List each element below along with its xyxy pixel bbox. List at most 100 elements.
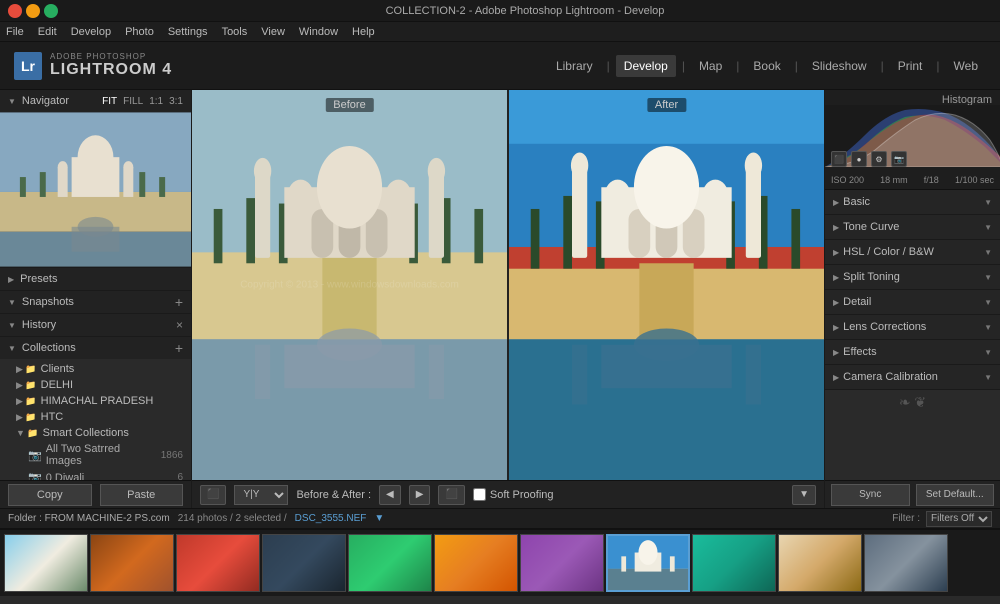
- fit-option-fill[interactable]: FILL: [123, 96, 143, 107]
- soft-proofing-checkbox[interactable]: [473, 488, 486, 501]
- basic-section: ▶ Basic ▼: [825, 190, 1000, 215]
- snapshots-header[interactable]: ▼ Snapshots +: [0, 291, 191, 313]
- menu-develop[interactable]: Develop: [71, 26, 111, 38]
- paste-button[interactable]: Paste: [100, 484, 184, 506]
- camera-calibration-header[interactable]: ▶ Camera Calibration ▼: [825, 365, 1000, 389]
- filmstrip-thumb-1[interactable]: [4, 534, 88, 592]
- set-default-button[interactable]: Set Default...: [916, 484, 995, 506]
- navigator-image[interactable]: [0, 112, 191, 267]
- sync-button[interactable]: Sync: [831, 484, 910, 506]
- nav-sep-5: |: [881, 59, 884, 73]
- tab-book[interactable]: Book: [745, 55, 788, 77]
- collection-himachal[interactable]: ▶ 📁 HIMACHAL PRADESH: [0, 393, 191, 409]
- detail-header[interactable]: ▶ Detail ▼: [825, 290, 1000, 314]
- arrow-prev-button[interactable]: ◀: [379, 485, 401, 505]
- hsl-header[interactable]: ▶ HSL / Color / B&W ▼: [825, 240, 1000, 264]
- left-panel-scroll[interactable]: ▶ Presets ▼ Snapshots + ▼ History ×: [0, 268, 191, 480]
- folder-icon: ▶ 📁: [16, 364, 37, 375]
- tab-print[interactable]: Print: [890, 55, 931, 77]
- exif-info: ISO 200 18 mm f/18 1/100 sec: [831, 175, 994, 185]
- filmstrip-thumb-4[interactable]: [262, 534, 346, 592]
- hist-btn-3[interactable]: ⚙: [871, 151, 887, 167]
- filmstrip-thumb-9[interactable]: [692, 534, 776, 592]
- lens-tri: ▶: [833, 323, 839, 332]
- collections-section: ▼ Collections + ▶ 📁 Clients ▶ 📁 DELHI ▶ …: [0, 337, 191, 480]
- lens-corrections-header[interactable]: ▶ Lens Corrections ▼: [825, 315, 1000, 339]
- collections-add-icon[interactable]: +: [175, 340, 183, 356]
- menu-file[interactable]: File: [6, 26, 24, 38]
- history-header[interactable]: ▼ History ×: [0, 314, 191, 336]
- collection-delhi-label: DELHI: [41, 379, 73, 391]
- swap-button[interactable]: ⬛: [438, 485, 464, 505]
- collection-clients[interactable]: ▶ 📁 Clients: [0, 361, 191, 377]
- presets-triangle: ▶: [8, 275, 14, 284]
- folder-icon: ▼ 📁: [16, 428, 39, 439]
- presets-header[interactable]: ▶ Presets: [0, 268, 191, 290]
- before-after-container: Before: [192, 90, 824, 480]
- navigator-header[interactable]: ▼ Navigator FIT FILL 1:1 3:1: [0, 90, 191, 112]
- maximize-button[interactable]: [44, 4, 58, 18]
- copy-button[interactable]: Copy: [8, 484, 92, 506]
- filmstrip-thumb-6[interactable]: [434, 534, 518, 592]
- collection-starred[interactable]: 📷 All Two Satrred Images 1866: [0, 441, 191, 469]
- basic-header[interactable]: ▶ Basic ▼: [825, 190, 1000, 214]
- split-toning-tri: ▶: [833, 273, 839, 282]
- menu-edit[interactable]: Edit: [38, 26, 57, 38]
- collection-diwali-count: 6: [177, 472, 183, 480]
- folder-icon: ▶ 📁: [16, 380, 37, 391]
- filter-select[interactable]: Filters Off Flagged Rated: [926, 511, 992, 527]
- arrow-next-button[interactable]: ▶: [409, 485, 431, 505]
- menu-help[interactable]: Help: [352, 26, 375, 38]
- minimize-button[interactable]: [26, 4, 40, 18]
- collection-htc[interactable]: ▶ 📁 HTC: [0, 409, 191, 425]
- tone-curve-header[interactable]: ▶ Tone Curve ▼: [825, 215, 1000, 239]
- menu-tools[interactable]: Tools: [222, 26, 248, 38]
- split-toning-header[interactable]: ▶ Split Toning ▼: [825, 265, 1000, 289]
- compare-select[interactable]: Y|Y Y↔Y: [234, 485, 288, 505]
- right-panel-sections[interactable]: ▶ Basic ▼ ▶ Tone Curve ▼ ▶ HSL / Color /…: [825, 190, 1000, 480]
- tab-develop[interactable]: Develop: [616, 55, 676, 77]
- collection-himachal-label: HIMACHAL PRADESH: [41, 395, 154, 407]
- hsl-tri: ▶: [833, 248, 839, 257]
- collection-delhi[interactable]: ▶ 📁 DELHI: [0, 377, 191, 393]
- toolbar-settings-button[interactable]: ▼: [792, 485, 816, 505]
- left-panel: ▼ Navigator FIT FILL 1:1 3:1: [0, 90, 192, 508]
- close-button[interactable]: [8, 4, 22, 18]
- filmstrip-thumb-5[interactable]: [348, 534, 432, 592]
- effects-header[interactable]: ▶ Effects ▼: [825, 340, 1000, 364]
- fit-option-3-1[interactable]: 3:1: [169, 96, 183, 107]
- collections-label: Collections: [22, 342, 76, 354]
- menu-window[interactable]: Window: [299, 26, 338, 38]
- history-clear-icon[interactable]: ×: [176, 318, 183, 332]
- tab-slideshow[interactable]: Slideshow: [804, 55, 875, 77]
- fit-option-fit[interactable]: FIT: [102, 96, 117, 107]
- history-label: History: [22, 319, 56, 331]
- tab-web[interactable]: Web: [946, 55, 986, 77]
- fit-option-1-1[interactable]: 1:1: [149, 96, 163, 107]
- menu-settings[interactable]: Settings: [168, 26, 208, 38]
- collection-diwali[interactable]: 📷 0 Diwali 6: [0, 469, 191, 480]
- collections-header[interactable]: ▼ Collections +: [0, 337, 191, 359]
- view-mode-button[interactable]: ⬛: [200, 485, 226, 505]
- filmstrip-thumb-8[interactable]: [606, 534, 690, 592]
- filmstrip[interactable]: [0, 528, 1000, 596]
- window-controls[interactable]: [8, 4, 58, 18]
- filmstrip-thumb-11[interactable]: [864, 534, 948, 592]
- collection-smart[interactable]: ▼ 📁 Smart Collections: [0, 425, 191, 441]
- menu-photo[interactable]: Photo: [125, 26, 154, 38]
- filmstrip-thumb-3[interactable]: [176, 534, 260, 592]
- snapshots-add-icon[interactable]: +: [175, 294, 183, 310]
- filename-link[interactable]: DSC_3555.NEF: [295, 513, 367, 524]
- tab-map[interactable]: Map: [691, 55, 730, 77]
- filmstrip-thumb-7[interactable]: [520, 534, 604, 592]
- history-triangle: ▼: [8, 321, 16, 330]
- soft-proofing-toggle[interactable]: Soft Proofing: [473, 488, 554, 501]
- filmstrip-thumb-2[interactable]: [90, 534, 174, 592]
- hist-btn-4[interactable]: 📷: [891, 151, 907, 167]
- snapshots-triangle: ▼: [8, 298, 16, 307]
- filmstrip-thumb-10[interactable]: [778, 534, 862, 592]
- tab-library[interactable]: Library: [548, 55, 601, 77]
- menu-view[interactable]: View: [261, 26, 285, 38]
- hist-btn-1[interactable]: ⬛: [831, 151, 847, 167]
- hist-btn-2[interactable]: ●: [851, 151, 867, 167]
